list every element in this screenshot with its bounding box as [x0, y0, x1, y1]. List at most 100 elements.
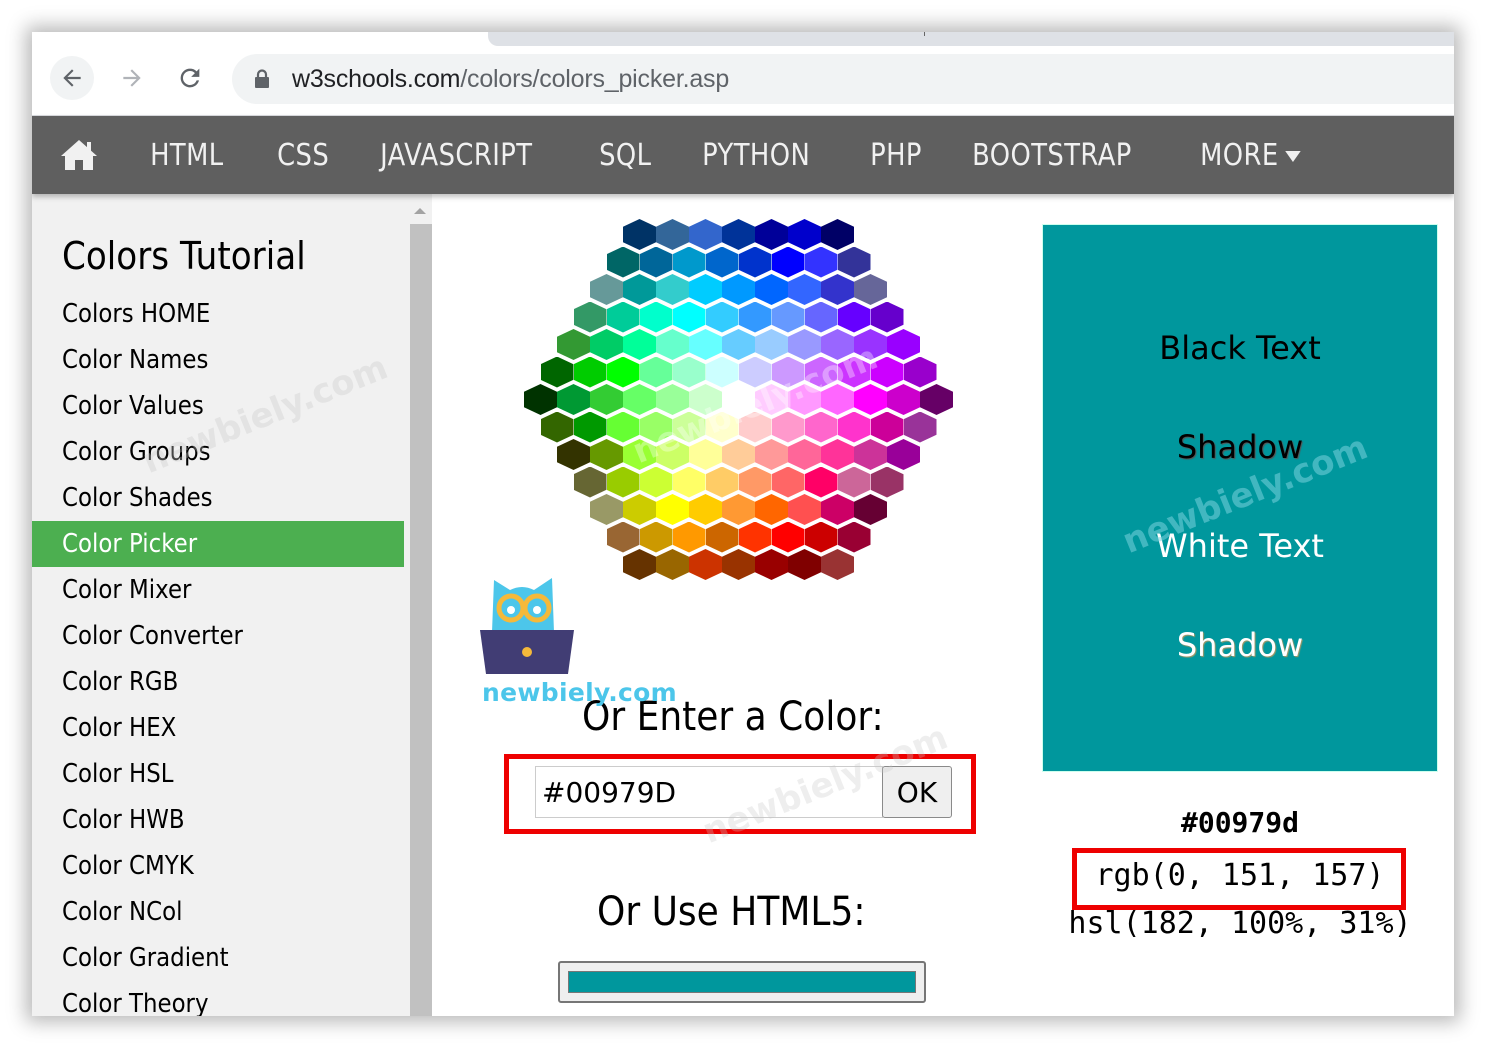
color-hexagon[interactable]: [854, 439, 887, 470]
color-hexagon[interactable]: [738, 521, 772, 553]
sidebar-item-colors-home[interactable]: Colors HOME: [32, 291, 404, 337]
color-hexagon[interactable]: [903, 356, 937, 388]
nav-more[interactable]: MORE: [1176, 138, 1325, 173]
lock-icon[interactable]: [254, 69, 270, 89]
sidebar-item-color-groups[interactable]: Color Groups: [32, 429, 404, 475]
html5-color-input[interactable]: [558, 961, 926, 1003]
color-hexagon[interactable]: [755, 219, 788, 250]
color-hexagon[interactable]: [755, 549, 788, 580]
color-hexagon[interactable]: [639, 466, 673, 498]
color-hexagon[interactable]: [788, 549, 821, 580]
color-hexagon[interactable]: [755, 494, 788, 525]
color-hexagon[interactable]: [573, 411, 607, 443]
color-hexagon[interactable]: [689, 274, 722, 305]
color-hexagon[interactable]: [524, 384, 557, 415]
color-hexagon[interactable]: [590, 329, 623, 360]
inactive-tab-area[interactable]: [488, 32, 1454, 46]
color-hexagon[interactable]: [837, 246, 871, 278]
color-hexagon[interactable]: [705, 411, 739, 443]
color-hexagon[interactable]: [639, 521, 673, 553]
color-hexagon[interactable]: [771, 466, 805, 498]
color-hexagon[interactable]: [557, 384, 590, 415]
reload-button[interactable]: [168, 56, 212, 100]
sidebar-scrollbar[interactable]: [408, 194, 432, 1016]
sidebar-item-color-ncol[interactable]: Color NCol: [32, 889, 404, 935]
color-hexagon[interactable]: [705, 466, 739, 498]
color-hexagon[interactable]: [854, 329, 887, 360]
nav-html[interactable]: HTML: [126, 138, 248, 173]
color-hexagon[interactable]: [606, 521, 640, 553]
color-hexagon[interactable]: [639, 301, 673, 333]
color-hexagon[interactable]: [837, 356, 871, 388]
sidebar-item-color-values[interactable]: Color Values: [32, 383, 404, 429]
color-hexagon[interactable]: [755, 274, 788, 305]
color-hexagon[interactable]: [689, 439, 722, 470]
color-hexagon[interactable]: [755, 329, 788, 360]
color-hexagon[interactable]: [689, 549, 722, 580]
color-hexagon[interactable]: [672, 411, 706, 443]
color-hexagon[interactable]: [623, 329, 656, 360]
sidebar-item-color-hsl[interactable]: Color HSL: [32, 751, 404, 797]
color-hexagon[interactable]: [771, 301, 805, 333]
color-hexagon[interactable]: [771, 246, 805, 278]
color-hexagon[interactable]: [573, 466, 607, 498]
color-hexagon[interactable]: [804, 466, 838, 498]
color-hexagon[interactable]: [689, 494, 722, 525]
nav-javascript[interactable]: JAVASCRIPT: [356, 138, 557, 173]
nav-python[interactable]: PYTHON: [678, 138, 834, 173]
color-hexagon[interactable]: [821, 549, 854, 580]
color-hex-input[interactable]: [535, 766, 883, 818]
color-hexagon[interactable]: [705, 246, 739, 278]
color-hexagon[interactable]: [804, 301, 838, 333]
color-hexagon[interactable]: [689, 384, 722, 415]
color-hexagon[interactable]: [623, 219, 656, 250]
color-hexagon[interactable]: [804, 356, 838, 388]
color-hexagon[interactable]: [557, 439, 590, 470]
color-hexagon[interactable]: [870, 301, 904, 333]
color-hexagon[interactable]: [755, 384, 788, 415]
color-hexagon[interactable]: [788, 384, 821, 415]
color-hexagon[interactable]: [656, 439, 689, 470]
color-hexagon[interactable]: [854, 274, 887, 305]
color-hexagon[interactable]: [672, 301, 706, 333]
color-hexagon[interactable]: [705, 301, 739, 333]
color-hexagon[interactable]: [788, 274, 821, 305]
color-hexagon[interactable]: [804, 411, 838, 443]
color-hexagon[interactable]: [738, 356, 772, 388]
sidebar-item-color-shades[interactable]: Color Shades: [32, 475, 404, 521]
color-hexagon[interactable]: [590, 494, 623, 525]
color-hexagon[interactable]: [672, 521, 706, 553]
color-hexagon[interactable]: [821, 494, 854, 525]
color-hexagon[interactable]: [606, 411, 640, 443]
sidebar-item-color-picker[interactable]: Color Picker: [32, 521, 404, 567]
color-hexagon[interactable]: [821, 439, 854, 470]
color-hexagon[interactable]: [689, 219, 722, 250]
back-button[interactable]: [50, 56, 94, 100]
color-hexagon[interactable]: [705, 521, 739, 553]
color-hexagon[interactable]: [887, 329, 920, 360]
color-hexagon[interactable]: [722, 549, 755, 580]
color-hexagon[interactable]: [656, 274, 689, 305]
color-hexagon[interactable]: [639, 356, 673, 388]
color-hexagon[interactable]: [738, 466, 772, 498]
color-hexagon[interactable]: [788, 219, 821, 250]
url-text[interactable]: w3schools.com/colors/colors_picker.asp: [292, 65, 729, 94]
sidebar-item-color-hwb[interactable]: Color HWB: [32, 797, 404, 843]
color-hexagon[interactable]: [738, 301, 772, 333]
color-hexagon[interactable]: [788, 494, 821, 525]
color-hexagon[interactable]: [837, 301, 871, 333]
color-hexagon[interactable]: [623, 439, 656, 470]
color-hexagon[interactable]: [672, 466, 706, 498]
sidebar-item-color-gradient[interactable]: Color Gradient: [32, 935, 404, 981]
color-hexagon[interactable]: [755, 439, 788, 470]
nav-sql[interactable]: SQL: [575, 138, 676, 173]
color-hexagon[interactable]: [557, 329, 590, 360]
color-hexagon[interactable]: [837, 411, 871, 443]
color-hexagon[interactable]: [821, 274, 854, 305]
color-hexagon[interactable]: [771, 356, 805, 388]
color-hexagon[interactable]: [788, 439, 821, 470]
color-hexagon[interactable]: [606, 356, 640, 388]
color-hexagon[interactable]: [870, 411, 904, 443]
color-hexagon[interactable]: [870, 356, 904, 388]
color-hexagon[interactable]: [656, 384, 689, 415]
